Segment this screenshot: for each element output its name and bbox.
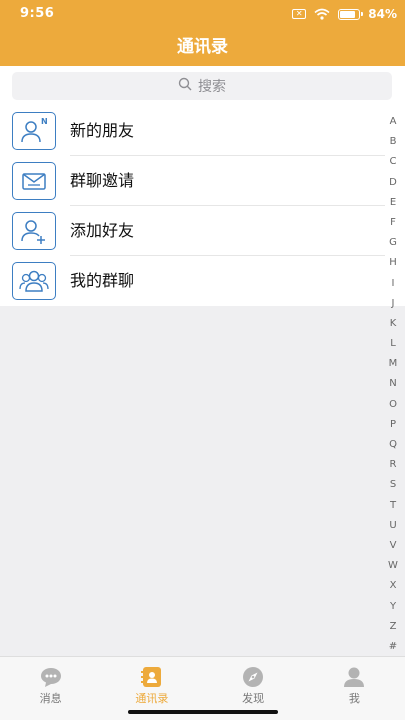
index-letter[interactable]: V	[386, 536, 400, 556]
index-letter[interactable]: Z	[386, 617, 400, 637]
index-letter[interactable]: N	[386, 374, 400, 394]
alphabet-index[interactable]: A B C D E F G H I J K L M N O P Q R S T …	[386, 112, 400, 657]
search-bar: 搜索	[0, 66, 405, 106]
group-invite-icon	[12, 162, 56, 200]
index-letter[interactable]: Y	[386, 597, 400, 617]
index-letter[interactable]: K	[386, 314, 400, 334]
tab-messages[interactable]: 消息	[0, 657, 101, 720]
search-input[interactable]: 搜索	[12, 72, 392, 100]
home-indicator	[128, 710, 278, 714]
add-friend-icon	[12, 212, 56, 250]
status-bar: 9:56 ✕ 84%	[0, 0, 405, 28]
status-indicators: ✕ 84%	[292, 6, 397, 22]
tab-label: 消息	[39, 692, 62, 705]
menu-item-new-friends[interactable]: N 新的朋友	[0, 106, 405, 156]
index-letter[interactable]: F	[386, 213, 400, 233]
index-letter[interactable]: W	[386, 556, 400, 576]
profile-icon	[342, 666, 366, 688]
index-letter[interactable]: H	[386, 253, 400, 273]
index-letter[interactable]: S	[386, 475, 400, 495]
index-letter[interactable]: P	[386, 415, 400, 435]
search-icon	[178, 77, 192, 95]
tab-me[interactable]: 我	[304, 657, 405, 720]
status-time: 9:56	[20, 6, 55, 21]
new-friend-icon: N	[12, 112, 56, 150]
battery-icon	[338, 8, 364, 20]
search-placeholder: 搜索	[198, 79, 226, 95]
index-letter[interactable]: E	[386, 193, 400, 213]
index-letter[interactable]: O	[386, 395, 400, 415]
battery-percent: 84%	[368, 7, 397, 21]
contacts-icon	[140, 666, 164, 688]
index-letter[interactable]: #	[386, 637, 400, 657]
menu-label: 新的朋友	[70, 121, 135, 140]
index-letter[interactable]: G	[386, 233, 400, 253]
menu-label: 我的群聊	[70, 271, 135, 290]
notification-x-icon: ✕	[292, 9, 307, 19]
chat-icon	[39, 666, 63, 688]
my-groups-icon	[12, 262, 56, 300]
menu-item-add-friend[interactable]: 添加好友	[0, 206, 405, 256]
index-letter[interactable]: L	[386, 334, 400, 354]
index-letter[interactable]: A	[386, 112, 400, 132]
tab-label: 我	[348, 692, 360, 705]
index-letter[interactable]: J	[386, 294, 400, 314]
index-letter[interactable]: T	[386, 496, 400, 516]
index-letter[interactable]: I	[386, 274, 400, 294]
index-letter[interactable]: M	[386, 354, 400, 374]
wifi-icon	[314, 5, 330, 24]
menu-label: 添加好友	[70, 221, 135, 240]
tab-label: 发现	[242, 692, 265, 705]
menu-label: 群聊邀请	[70, 171, 135, 190]
index-letter[interactable]: D	[386, 173, 400, 193]
menu-item-group-invite[interactable]: 群聊邀请	[0, 156, 405, 206]
index-letter[interactable]: R	[386, 455, 400, 475]
new-badge: N	[41, 117, 48, 126]
index-letter[interactable]: B	[386, 132, 400, 152]
index-letter[interactable]: X	[386, 576, 400, 596]
index-letter[interactable]: C	[386, 152, 400, 172]
contact-menu-list: N 新的朋友 群聊邀请 添加好友 我的群聊	[0, 106, 405, 306]
index-letter[interactable]: Q	[386, 435, 400, 455]
menu-item-my-groups[interactable]: 我的群聊	[0, 256, 405, 306]
compass-icon	[241, 666, 265, 688]
index-letter[interactable]: U	[386, 516, 400, 536]
page-title: 通讯录	[0, 28, 405, 66]
tab-label: 通讯录	[135, 692, 169, 705]
